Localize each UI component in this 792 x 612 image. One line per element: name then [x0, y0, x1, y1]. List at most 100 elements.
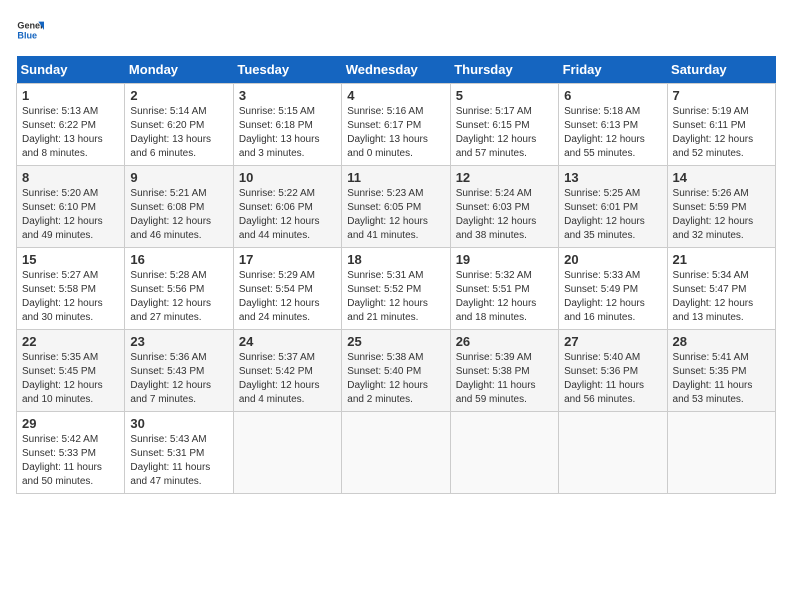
calendar-cell: 1 Sunrise: 5:13 AMSunset: 6:22 PMDayligh…	[17, 84, 125, 166]
calendar-cell: 14 Sunrise: 5:26 AMSunset: 5:59 PMDaylig…	[667, 166, 775, 248]
calendar-cell: 12 Sunrise: 5:24 AMSunset: 6:03 PMDaylig…	[450, 166, 558, 248]
day-number: 3	[239, 88, 336, 103]
calendar-cell	[233, 412, 341, 494]
day-number: 12	[456, 170, 553, 185]
calendar-cell: 22 Sunrise: 5:35 AMSunset: 5:45 PMDaylig…	[17, 330, 125, 412]
calendar-cell: 6 Sunrise: 5:18 AMSunset: 6:13 PMDayligh…	[559, 84, 667, 166]
calendar-cell: 17 Sunrise: 5:29 AMSunset: 5:54 PMDaylig…	[233, 248, 341, 330]
day-number: 5	[456, 88, 553, 103]
calendar-cell: 20 Sunrise: 5:33 AMSunset: 5:49 PMDaylig…	[559, 248, 667, 330]
calendar-cell: 9 Sunrise: 5:21 AMSunset: 6:08 PMDayligh…	[125, 166, 233, 248]
day-number: 28	[673, 334, 770, 349]
day-number: 2	[130, 88, 227, 103]
calendar-cell: 29 Sunrise: 5:42 AMSunset: 5:33 PMDaylig…	[17, 412, 125, 494]
weekday-header-monday: Monday	[125, 56, 233, 84]
day-info: Sunrise: 5:41 AMSunset: 5:35 PMDaylight:…	[673, 351, 770, 407]
day-info: Sunrise: 5:28 AMSunset: 5:56 PMDaylight:…	[130, 269, 227, 325]
calendar-cell: 30 Sunrise: 5:43 AMSunset: 5:31 PMDaylig…	[125, 412, 233, 494]
day-number: 16	[130, 252, 227, 267]
day-number: 17	[239, 252, 336, 267]
weekday-header-saturday: Saturday	[667, 56, 775, 84]
calendar-cell: 24 Sunrise: 5:37 AMSunset: 5:42 PMDaylig…	[233, 330, 341, 412]
svg-text:Blue: Blue	[17, 30, 37, 40]
day-info: Sunrise: 5:22 AMSunset: 6:06 PMDaylight:…	[239, 187, 336, 243]
day-number: 18	[347, 252, 444, 267]
day-number: 22	[22, 334, 119, 349]
day-info: Sunrise: 5:15 AMSunset: 6:18 PMDaylight:…	[239, 105, 336, 161]
day-number: 10	[239, 170, 336, 185]
calendar-cell: 13 Sunrise: 5:25 AMSunset: 6:01 PMDaylig…	[559, 166, 667, 248]
weekday-header-thursday: Thursday	[450, 56, 558, 84]
day-number: 11	[347, 170, 444, 185]
day-number: 26	[456, 334, 553, 349]
day-number: 14	[673, 170, 770, 185]
day-info: Sunrise: 5:26 AMSunset: 5:59 PMDaylight:…	[673, 187, 770, 243]
calendar-cell: 5 Sunrise: 5:17 AMSunset: 6:15 PMDayligh…	[450, 84, 558, 166]
day-info: Sunrise: 5:43 AMSunset: 5:31 PMDaylight:…	[130, 433, 227, 489]
calendar-cell	[342, 412, 450, 494]
day-info: Sunrise: 5:21 AMSunset: 6:08 PMDaylight:…	[130, 187, 227, 243]
weekday-header-tuesday: Tuesday	[233, 56, 341, 84]
day-info: Sunrise: 5:19 AMSunset: 6:11 PMDaylight:…	[673, 105, 770, 161]
calendar-cell: 7 Sunrise: 5:19 AMSunset: 6:11 PMDayligh…	[667, 84, 775, 166]
day-number: 9	[130, 170, 227, 185]
calendar-cell: 11 Sunrise: 5:23 AMSunset: 6:05 PMDaylig…	[342, 166, 450, 248]
day-number: 7	[673, 88, 770, 103]
weekday-header-friday: Friday	[559, 56, 667, 84]
calendar-cell: 19 Sunrise: 5:32 AMSunset: 5:51 PMDaylig…	[450, 248, 558, 330]
logo: General Blue	[16, 16, 44, 44]
logo-icon: General Blue	[16, 16, 44, 44]
day-number: 8	[22, 170, 119, 185]
weekday-header-sunday: Sunday	[17, 56, 125, 84]
day-info: Sunrise: 5:24 AMSunset: 6:03 PMDaylight:…	[456, 187, 553, 243]
day-number: 24	[239, 334, 336, 349]
calendar-cell: 15 Sunrise: 5:27 AMSunset: 5:58 PMDaylig…	[17, 248, 125, 330]
calendar-cell	[667, 412, 775, 494]
day-number: 29	[22, 416, 119, 431]
calendar-cell	[450, 412, 558, 494]
day-info: Sunrise: 5:29 AMSunset: 5:54 PMDaylight:…	[239, 269, 336, 325]
day-info: Sunrise: 5:31 AMSunset: 5:52 PMDaylight:…	[347, 269, 444, 325]
calendar-cell: 2 Sunrise: 5:14 AMSunset: 6:20 PMDayligh…	[125, 84, 233, 166]
day-info: Sunrise: 5:35 AMSunset: 5:45 PMDaylight:…	[22, 351, 119, 407]
day-number: 1	[22, 88, 119, 103]
day-number: 19	[456, 252, 553, 267]
day-info: Sunrise: 5:20 AMSunset: 6:10 PMDaylight:…	[22, 187, 119, 243]
calendar-cell: 16 Sunrise: 5:28 AMSunset: 5:56 PMDaylig…	[125, 248, 233, 330]
weekday-header-wednesday: Wednesday	[342, 56, 450, 84]
calendar-cell: 26 Sunrise: 5:39 AMSunset: 5:38 PMDaylig…	[450, 330, 558, 412]
day-info: Sunrise: 5:33 AMSunset: 5:49 PMDaylight:…	[564, 269, 661, 325]
day-info: Sunrise: 5:39 AMSunset: 5:38 PMDaylight:…	[456, 351, 553, 407]
day-number: 6	[564, 88, 661, 103]
calendar-cell: 21 Sunrise: 5:34 AMSunset: 5:47 PMDaylig…	[667, 248, 775, 330]
day-number: 20	[564, 252, 661, 267]
day-number: 13	[564, 170, 661, 185]
calendar-cell: 10 Sunrise: 5:22 AMSunset: 6:06 PMDaylig…	[233, 166, 341, 248]
calendar-cell	[559, 412, 667, 494]
day-number: 30	[130, 416, 227, 431]
day-info: Sunrise: 5:38 AMSunset: 5:40 PMDaylight:…	[347, 351, 444, 407]
day-number: 15	[22, 252, 119, 267]
day-info: Sunrise: 5:36 AMSunset: 5:43 PMDaylight:…	[130, 351, 227, 407]
day-info: Sunrise: 5:18 AMSunset: 6:13 PMDaylight:…	[564, 105, 661, 161]
calendar-cell: 3 Sunrise: 5:15 AMSunset: 6:18 PMDayligh…	[233, 84, 341, 166]
calendar-cell: 28 Sunrise: 5:41 AMSunset: 5:35 PMDaylig…	[667, 330, 775, 412]
calendar-cell: 27 Sunrise: 5:40 AMSunset: 5:36 PMDaylig…	[559, 330, 667, 412]
day-info: Sunrise: 5:13 AMSunset: 6:22 PMDaylight:…	[22, 105, 119, 161]
calendar-cell: 18 Sunrise: 5:31 AMSunset: 5:52 PMDaylig…	[342, 248, 450, 330]
calendar-cell: 8 Sunrise: 5:20 AMSunset: 6:10 PMDayligh…	[17, 166, 125, 248]
day-info: Sunrise: 5:17 AMSunset: 6:15 PMDaylight:…	[456, 105, 553, 161]
page-header: General Blue	[16, 16, 776, 44]
day-info: Sunrise: 5:32 AMSunset: 5:51 PMDaylight:…	[456, 269, 553, 325]
calendar-cell: 23 Sunrise: 5:36 AMSunset: 5:43 PMDaylig…	[125, 330, 233, 412]
day-number: 4	[347, 88, 444, 103]
day-number: 25	[347, 334, 444, 349]
day-number: 23	[130, 334, 227, 349]
day-info: Sunrise: 5:25 AMSunset: 6:01 PMDaylight:…	[564, 187, 661, 243]
day-info: Sunrise: 5:23 AMSunset: 6:05 PMDaylight:…	[347, 187, 444, 243]
calendar-cell: 25 Sunrise: 5:38 AMSunset: 5:40 PMDaylig…	[342, 330, 450, 412]
day-info: Sunrise: 5:14 AMSunset: 6:20 PMDaylight:…	[130, 105, 227, 161]
day-info: Sunrise: 5:42 AMSunset: 5:33 PMDaylight:…	[22, 433, 119, 489]
day-info: Sunrise: 5:16 AMSunset: 6:17 PMDaylight:…	[347, 105, 444, 161]
calendar-cell: 4 Sunrise: 5:16 AMSunset: 6:17 PMDayligh…	[342, 84, 450, 166]
